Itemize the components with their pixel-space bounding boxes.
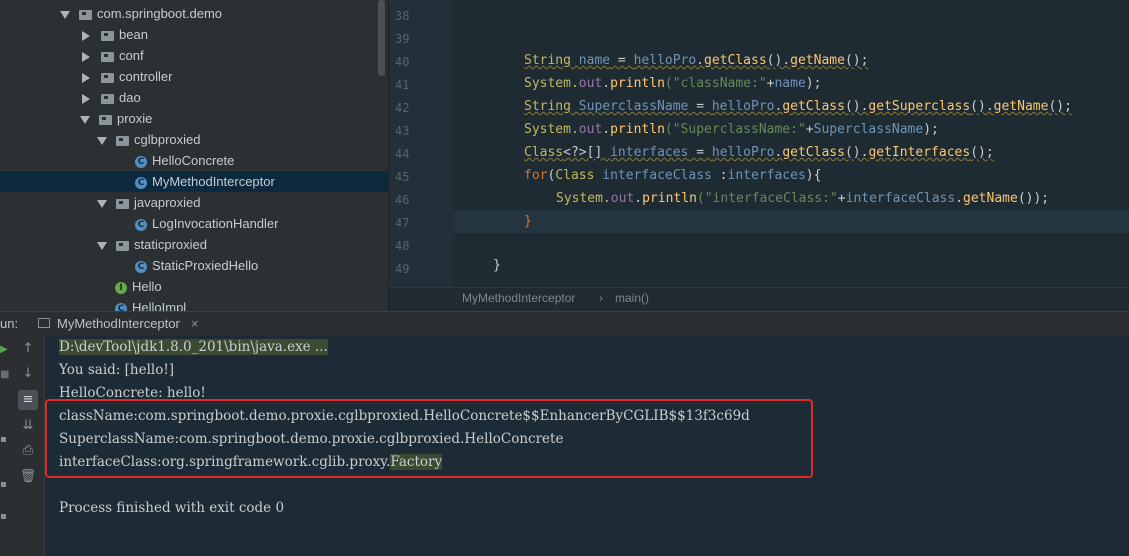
code-line-47[interactable]: } [524, 214, 532, 229]
stop-icon[interactable]: ■ [0, 368, 9, 382]
line-number: 42 [395, 101, 410, 115]
code-line-41[interactable]: System.out.println("className:"+name); [524, 76, 821, 91]
folder-icon [79, 9, 92, 20]
code-line-45[interactable]: for(Class interfaceClass :interfaces){ [524, 168, 821, 183]
tree-node-staticproxied[interactable]: staticproxied [97, 234, 207, 255]
code-line-44[interactable]: Class<?>[] interfaces = helloPro.getClas… [524, 145, 994, 160]
run-toolbar: ▶ ■ ▪ ▪ ▪ ↑ ↓ ≡ ⇊ ⎙ 🗑 [0, 335, 45, 556]
line-number: 46 [395, 193, 410, 207]
console-icon [38, 318, 50, 328]
pin-icon[interactable]: ▪ [0, 433, 8, 447]
folder-icon [101, 72, 114, 83]
interface-icon: I [115, 281, 127, 294]
line-number-gutter: 38 39 40 41 42 43 44 45 46 47 48 49 [389, 0, 453, 290]
line-number: 43 [395, 124, 410, 138]
folder-icon [116, 135, 129, 146]
line-number: 47 [395, 216, 410, 230]
current-line-highlight [453, 210, 1129, 233]
folder-icon [101, 51, 114, 62]
console-line: You said: [hello!] [59, 362, 175, 378]
class-icon: C [135, 155, 147, 168]
tree-node-bean[interactable]: bean [80, 24, 148, 45]
line-number: 44 [395, 147, 410, 161]
rerun-icon[interactable]: ▶ [0, 343, 8, 357]
breadcrumb-method[interactable]: main() [615, 291, 649, 305]
code-line-40[interactable]: String name = helloPro.getClass().getNam… [524, 53, 868, 68]
tree-node-com-springboot-demo[interactable]: com.springboot.demo [60, 3, 222, 24]
close-icon[interactable]: × [191, 316, 199, 331]
chevron-down-icon[interactable] [97, 241, 107, 250]
tree-node-hello[interactable]: I Hello [115, 276, 162, 297]
chevron-right-icon[interactable] [82, 72, 90, 83]
tree-node-helloimpl[interactable]: C HelloImpl [115, 297, 186, 312]
tree-node-javaproxied[interactable]: javaproxied [97, 192, 201, 213]
scroll-down-icon[interactable]: ↓ [18, 364, 38, 384]
settings-icon[interactable]: ▪ [0, 510, 8, 524]
breadcrumb-class[interactable]: MyMethodInterceptor [462, 291, 575, 305]
class-icon: C [135, 260, 147, 273]
folder-icon [116, 198, 129, 209]
tree-node-cglbproxied[interactable]: cglbproxied [97, 129, 201, 150]
soft-wrap-icon[interactable]: ≡ [18, 390, 38, 410]
run-label: un: [0, 316, 19, 331]
tree-node-mymethodinterceptor[interactable]: C MyMethodInterceptor [0, 171, 388, 192]
folder-icon [101, 30, 114, 41]
breadcrumb-separator: › [599, 291, 603, 305]
class-icon: C [135, 176, 147, 189]
trash-icon[interactable]: 🗑 [18, 467, 38, 487]
scroll-up-icon[interactable]: ↑ [18, 339, 38, 359]
project-tree: com.springboot.demo bean conf controller… [0, 0, 389, 312]
folder-icon [99, 114, 112, 125]
code-line-42[interactable]: String SuperclassName = helloPro.getClas… [524, 99, 1072, 114]
chevron-down-icon[interactable] [80, 115, 90, 124]
chevron-right-icon[interactable] [82, 93, 90, 104]
code-line-43[interactable]: System.out.println("SuperclassName:"+Sup… [524, 122, 939, 137]
code-line-46[interactable]: System.out.println("interfaceClass:"+int… [556, 191, 1049, 206]
run-panel-header: un: MyMethodInterceptor × [0, 311, 1129, 336]
class-icon: C [135, 218, 147, 231]
tree-node-staticproxiedhello[interactable]: C StaticProxiedHello [135, 255, 258, 276]
folder-icon [101, 93, 114, 104]
folder-icon [116, 240, 129, 251]
line-number: 45 [395, 170, 410, 184]
tree-node-proxie[interactable]: proxie [80, 108, 152, 129]
tree-node-dao[interactable]: dao [80, 87, 141, 108]
console-command-line[interactable]: D:\devTool\jdk1.8.0_201\bin\java.exe ... [59, 339, 328, 355]
chevron-right-icon[interactable] [82, 30, 90, 41]
line-number: 49 [395, 262, 410, 276]
highlight-box [45, 399, 813, 478]
tree-scrollbar[interactable] [378, 0, 385, 76]
tree-node-controller[interactable]: controller [80, 66, 172, 87]
run-tab-title[interactable]: MyMethodInterceptor [57, 316, 180, 331]
line-number: 39 [395, 32, 410, 46]
print-icon[interactable]: ⎙ [18, 441, 38, 461]
chevron-right-icon[interactable] [82, 51, 90, 62]
code-line-49[interactable]: } [493, 258, 501, 273]
layout-icon[interactable]: ▪ [0, 478, 8, 492]
tree-node-helloconcrete[interactable]: C HelloConcrete [135, 150, 234, 171]
line-number: 48 [395, 239, 410, 253]
line-number: 40 [395, 55, 410, 69]
line-number: 41 [395, 78, 410, 92]
chevron-down-icon[interactable] [60, 10, 70, 19]
console-exit-line: Process finished with exit code 0 [59, 500, 285, 516]
chevron-down-icon[interactable] [97, 136, 107, 145]
tree-node-conf[interactable]: conf [80, 45, 144, 66]
line-number: 38 [395, 9, 410, 23]
scroll-to-end-icon[interactable]: ⇊ [18, 416, 38, 436]
tree-node-loginvocationhandler[interactable]: C LogInvocationHandler [135, 213, 278, 234]
breadcrumb: MyMethodInterceptor › main() [389, 287, 1129, 312]
chevron-down-icon[interactable] [97, 199, 107, 208]
code-editor[interactable]: 38 39 40 41 42 43 44 45 46 47 48 49 Stri… [389, 0, 1129, 290]
